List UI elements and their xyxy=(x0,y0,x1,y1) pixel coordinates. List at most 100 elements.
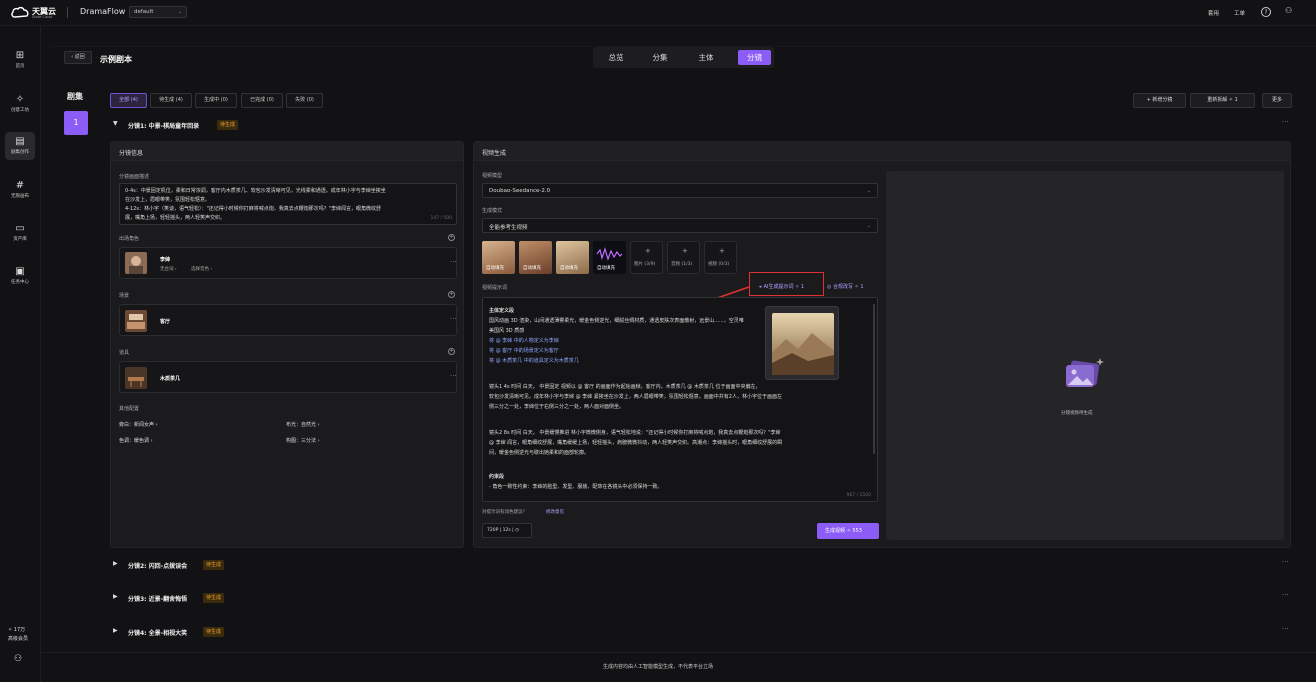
video-gen-title: 视频生成 xyxy=(482,150,507,157)
episode-heading: 剧集 xyxy=(67,92,83,101)
top-link-gongdan[interactable]: 工单 xyxy=(1234,9,1245,17)
generate-video-button[interactable]: 生成视频 ✧ 553 xyxy=(817,523,879,539)
filter-generating[interactable]: 生成中 (0) xyxy=(195,93,237,108)
add-character-icon[interactable]: + xyxy=(448,234,455,241)
compliance-rewrite-button[interactable]: ◎ 合规改写 ✧ 1 xyxy=(827,283,864,290)
space-select[interactable]: default ⌄ xyxy=(129,6,187,18)
status-badge: 待生成 xyxy=(203,627,225,637)
sidebar-item-workshop[interactable]: ✧ 创意工坊 xyxy=(5,90,35,118)
plus-icon: + xyxy=(682,247,688,255)
more-button[interactable]: 更多 xyxy=(1262,93,1292,108)
scene-label: 场景 xyxy=(119,293,130,299)
ai-generate-prompt-button[interactable]: ⚹ AI生成提示词 ✧ 1 xyxy=(759,283,804,290)
resplit-button[interactable]: 重新拆解 ✧ 1 xyxy=(1190,93,1255,108)
prompt-scrollbar[interactable] xyxy=(873,304,875,454)
shot-row-3[interactable]: ▶ 分镜3: 近景-翻舍悔悟 待生成 ··· xyxy=(110,591,1292,605)
suggest-link[interactable]: 修改意见 xyxy=(546,509,564,515)
lighting-setting[interactable]: 布光：自然光 › xyxy=(286,421,320,428)
prop-thumbnail xyxy=(125,367,147,389)
ref-image-2[interactable]: 自动填充 xyxy=(519,241,552,274)
mode-label: 生成模式 xyxy=(482,208,503,214)
more-dots-icon[interactable]: ··· xyxy=(1282,591,1289,599)
caret-right-icon: ▶ xyxy=(113,593,118,600)
shot-row-2[interactable]: ▶ 分镜2: 闪回-点拨误会 待生成 ··· xyxy=(110,558,1292,572)
grid-icon: ⊞ xyxy=(15,50,25,61)
sidebar-item-canvas[interactable]: # 无限画布 xyxy=(5,176,35,204)
add-audio-button[interactable]: + 音频 (1/3) xyxy=(667,241,700,274)
back-button[interactable]: ‹ 返回 xyxy=(64,51,92,64)
sidebar-item-home[interactable]: ⊞ 首页 xyxy=(5,46,35,74)
tone-setting[interactable]: 色调：暖色调 › xyxy=(119,437,153,444)
plus-icon: + xyxy=(645,247,651,255)
desc-counter: 147 / 500 xyxy=(430,216,452,221)
filter-failed[interactable]: 失败 (0) xyxy=(286,93,323,108)
add-image-button[interactable]: + 图片 (3/9) xyxy=(630,241,663,274)
tab-overview[interactable]: 总览 xyxy=(597,50,635,65)
shot-row-1[interactable]: ▼ 分镜1: 中景-棋局童年回录 待生成 ··· xyxy=(110,118,1292,132)
image-placeholder-icon xyxy=(1066,358,1104,387)
filter-pending[interactable]: 待生成 (4) xyxy=(150,93,192,108)
more-dots-icon[interactable]: ··· xyxy=(1282,625,1289,633)
filter-all[interactable]: 全部 (4) xyxy=(110,93,147,108)
add-scene-icon[interactable]: + xyxy=(448,291,455,298)
ref-image-3[interactable]: 自动填充 xyxy=(556,241,589,274)
ref-image-1[interactable]: 自动填充 xyxy=(482,241,515,274)
more-dots-icon[interactable]: ··· xyxy=(450,315,457,323)
shot-info-panel: 分镜信息 分镜画面描述 0-4s：中景固定机位，柔和日常浓调，客厅内木质茶几、软… xyxy=(110,141,464,548)
character-dialogue-link[interactable]: 无台词 › xyxy=(160,266,177,272)
task-icon: ▣ xyxy=(15,266,25,277)
character-card[interactable]: 李婶 无台词 › 选择音色 › ··· xyxy=(119,247,457,279)
user-switch-icon[interactable]: ⚇ xyxy=(1285,6,1292,15)
character-name: 李婶 xyxy=(160,257,171,263)
top-link-taoyong[interactable]: 套用 xyxy=(1208,9,1219,17)
folder-icon: ▭ xyxy=(15,223,25,234)
props-label: 道具 xyxy=(119,350,130,356)
add-shot-button[interactable]: + 新增分镜 xyxy=(1133,93,1186,108)
help-icon[interactable]: ? xyxy=(1261,7,1271,17)
plus-icon: + xyxy=(719,247,725,255)
tab-episodes[interactable]: 分集 xyxy=(641,50,679,65)
mode-select[interactable]: 全能参考生视频 ⌄ xyxy=(482,218,878,233)
shot-description-textarea[interactable]: 0-4s：中景固定机位，柔和日常浓调，客厅内木质茶几、软包沙发清晰可见，光线柔和… xyxy=(119,183,457,225)
composition-setting[interactable]: 构图：三分法 › xyxy=(286,437,320,444)
page-title: 示例剧本 xyxy=(100,55,132,64)
add-video-button[interactable]: + 视频 (0/3) xyxy=(704,241,737,274)
resolution-duration-select[interactable]: 720P | 12s | ◷ xyxy=(482,523,532,538)
sidebar: ⊞ 首页 ✧ 创意工坊 ▤ 剧集创作 # 无限画布 ▭ 资产库 ▣ 任务中心 ✧ 17万 高… xyxy=(0,26,41,682)
prompt-counter: 967 / 1500 xyxy=(846,493,871,498)
prop-card[interactable]: 木质茶几 ··· xyxy=(119,361,457,393)
book-icon: ▤ xyxy=(15,136,25,147)
character-voice-link[interactable]: 选择音色 › xyxy=(191,266,212,272)
video-preview-area: 分镜视频待生成 xyxy=(886,171,1284,540)
add-prop-icon[interactable]: + xyxy=(448,348,455,355)
shot-row-4[interactable]: ▶ 分镜4: 全景-相视大笑 待生成 ··· xyxy=(110,625,1292,639)
member-label[interactable]: 高级会员 xyxy=(8,635,28,642)
sidebar-item-drama[interactable]: ▤ 剧集创作 xyxy=(5,132,35,160)
caret-right-icon: ▶ xyxy=(113,560,118,567)
other-config-label: 其他配置 xyxy=(119,406,140,412)
chevron-down-icon: ⌄ xyxy=(866,223,871,229)
scene-name: 客厅 xyxy=(160,319,171,325)
narration-setting[interactable]: 旁白：新闻女声 › xyxy=(119,421,158,428)
sidebar-item-assets[interactable]: ▭ 资产库 xyxy=(5,219,35,247)
scene-thumbnail xyxy=(125,310,147,332)
status-badge: 待生成 xyxy=(203,560,225,570)
more-dots-icon[interactable]: ··· xyxy=(1282,118,1289,126)
more-dots-icon[interactable]: ··· xyxy=(1282,558,1289,566)
ref-audio-1[interactable]: 自动填充 xyxy=(593,241,626,274)
filter-done[interactable]: 已完成 (0) xyxy=(241,93,283,108)
member-count: ✧ 17万 xyxy=(8,627,26,633)
status-badge: 待生成 xyxy=(217,120,239,130)
top-bar: 天翼云 State Cloud DramaFlow default ⌄ 套用 工单… xyxy=(0,0,1316,26)
empty-state-text: 分镜视频待生成 xyxy=(1061,411,1093,416)
tab-subjects[interactable]: 主体 xyxy=(687,50,725,65)
more-dots-icon[interactable]: ··· xyxy=(450,258,457,266)
sidebar-item-tasks[interactable]: ▣ 任务中心 xyxy=(5,262,35,290)
model-select[interactable]: Doubao-Seedance-2.0 ⌄ xyxy=(482,183,878,198)
more-dots-icon[interactable]: ··· xyxy=(450,372,457,380)
app-name: DramaFlow xyxy=(80,7,126,16)
scene-card[interactable]: 客厅 ··· xyxy=(119,304,457,336)
tab-storyboard[interactable]: 分镜 xyxy=(738,50,771,65)
episode-1-button[interactable]: 1 xyxy=(64,111,88,135)
desc-label: 分镜画面描述 xyxy=(119,174,150,180)
